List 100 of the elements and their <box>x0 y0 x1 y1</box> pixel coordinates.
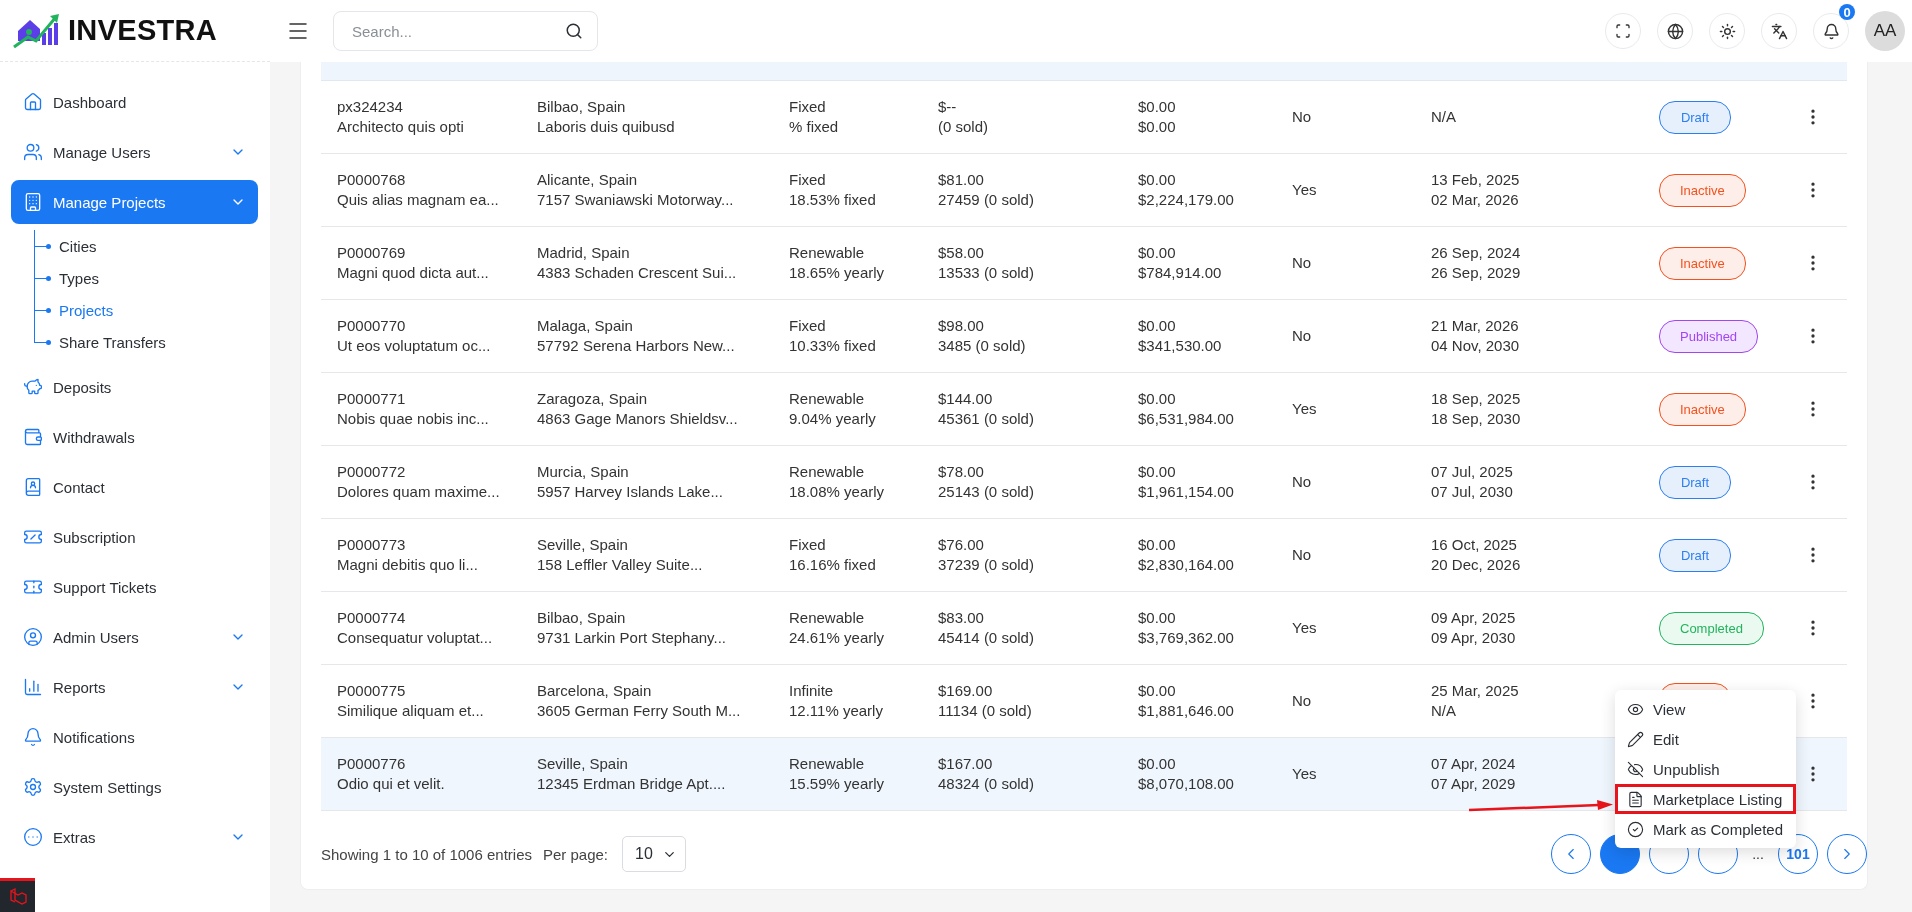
sun-icon <box>1718 22 1736 40</box>
amount-cell: $0.00 $3,769,362.00 <box>1138 608 1234 648</box>
price-cell: $-- (0 sold) <box>938 97 989 137</box>
sidebar-item[interactable]: Dashboard <box>11 80 258 124</box>
type-cell: Renewable 24.61% yearly <box>789 608 885 648</box>
wallet-icon <box>23 427 43 447</box>
project-cell: P0000776 Odio qui et velit. <box>337 754 445 794</box>
amount-cell: $0.00 $8,070,108.00 <box>1138 754 1234 794</box>
status-badge: Draft <box>1659 100 1731 134</box>
per-page-select[interactable]: 10 <box>622 836 687 872</box>
featured-cell: No <box>1292 545 1312 565</box>
type-cell: Renewable 18.08% yearly <box>789 462 885 502</box>
notification-count: 0 <box>1839 4 1855 20</box>
previous-page-button[interactable] <box>1551 834 1591 874</box>
theme-button[interactable] <box>1709 13 1745 49</box>
sidebar-item[interactable]: Notifications <box>11 715 258 759</box>
contact-book-icon <box>23 477 43 497</box>
amount-cell: $0.00 $1,961,154.00 <box>1138 462 1234 502</box>
entries-summary: Showing 1 to 10 of 1006 entries <box>321 845 532 863</box>
translate-button[interactable] <box>1761 13 1797 49</box>
fullscreen-icon <box>1615 23 1631 39</box>
search-field[interactable]: Search... <box>333 11 598 51</box>
date-cell: N/A <box>1431 107 1456 127</box>
building-icon <box>23 192 43 212</box>
amount-cell: $0.00 $2,224,179.00 <box>1138 170 1234 210</box>
date-cell: 26 Sep, 2024 26 Sep, 2029 <box>1431 243 1521 283</box>
status-badge: Draft <box>1659 465 1731 499</box>
date-cell: 21 Mar, 2026 04 Nov, 2030 <box>1431 316 1520 356</box>
laravel-icon[interactable] <box>0 878 35 912</box>
type-cell: Renewable 18.65% yearly <box>789 243 885 283</box>
price-cell: $76.00 37239 (0 sold) <box>938 535 1034 575</box>
sidebar-item[interactable]: Contact <box>11 465 258 509</box>
location-cell: Murcia, Spain 5957 Harvey Islands Lake... <box>537 462 723 502</box>
location-cell: Malaga, Spain 57792 Serena Harbors New... <box>537 316 735 356</box>
sidebar-item[interactable]: Withdrawals <box>11 415 258 459</box>
project-cell: P0000773 Magni debitis quo li... <box>337 535 478 575</box>
search-icon[interactable] <box>565 22 583 40</box>
sidebar-item[interactable]: Manage Projects <box>11 180 258 224</box>
amount-cell: $0.00 $1,881,646.00 <box>1138 681 1234 721</box>
per-page-label: Per page: <box>543 845 609 863</box>
amount-cell: $0.00 $0.00 <box>1138 97 1176 137</box>
language-button[interactable] <box>1657 13 1693 49</box>
status-badge: Completed <box>1659 611 1764 645</box>
sidebar-item[interactable]: Deposits <box>11 365 258 409</box>
user-avatar[interactable]: AA <box>1865 11 1905 51</box>
type-cell: Fixed % fixed <box>789 97 839 137</box>
featured-cell: No <box>1292 691 1312 711</box>
price-cell: $78.00 25143 (0 sold) <box>938 462 1034 502</box>
sidebar-item[interactable]: Extras <box>11 815 258 859</box>
project-cell: P0000770 Ut eos voluptatum oc... <box>337 316 491 356</box>
settings-icon <box>23 777 43 797</box>
house-icon <box>23 92 43 112</box>
check-circle-icon <box>1627 820 1644 838</box>
document-icon <box>1627 790 1644 808</box>
piggy-bank-icon <box>23 377 43 397</box>
user-circle-icon <box>23 627 43 647</box>
status-badge: Published <box>1659 319 1759 353</box>
menu-item[interactable]: Edit <box>1615 724 1796 754</box>
price-cell: $83.00 45414 (0 sold) <box>938 608 1034 648</box>
location-cell: Zaragoza, Spain 4863 Gage Manors Shieldsv... <box>537 389 738 429</box>
sidebar-item[interactable]: Admin Users <box>11 615 258 659</box>
date-cell: 07 Apr, 2024 07 Apr, 2029 <box>1431 754 1516 794</box>
bar-chart-icon <box>23 677 43 697</box>
sidebar-item[interactable]: Support Tickets <box>11 565 258 609</box>
submenu-item[interactable]: Types <box>59 269 100 287</box>
location-cell: Seville, Spain 158 Leffler Valley Suite... <box>537 535 703 575</box>
status-badge: Inactive <box>1659 246 1746 280</box>
fullscreen-button[interactable] <box>1605 13 1641 49</box>
menu-item[interactable]: View <box>1615 694 1796 724</box>
users-icon <box>23 142 43 162</box>
location-cell: Bilbao, Spain 9731 Larkin Port Stephany... <box>537 608 726 648</box>
project-cell: P0000769 Magni quod dicta aut... <box>337 243 489 283</box>
amount-cell: $0.00 $6,531,984.00 <box>1138 389 1234 429</box>
project-cell: P0000768 Quis alias magnam ea... <box>337 170 499 210</box>
type-cell: Fixed 16.16% fixed <box>789 535 876 575</box>
sidebar-item[interactable]: System Settings <box>11 765 258 809</box>
price-cell: $169.00 11134 (0 sold) <box>938 681 1032 721</box>
submenu-item[interactable]: Cities <box>59 237 97 255</box>
type-cell: Fixed 10.33% fixed <box>789 316 876 356</box>
status-badge: Inactive <box>1659 173 1746 207</box>
amount-cell: $0.00 $341,530.00 <box>1138 316 1222 356</box>
eye-off-icon <box>1627 760 1644 778</box>
bell-icon <box>1822 22 1840 40</box>
submenu-item[interactable]: Projects <box>59 301 114 319</box>
type-cell: Fixed 18.53% fixed <box>789 170 876 210</box>
sidebar-item[interactable]: Reports <box>11 665 258 709</box>
amount-cell: $0.00 $2,830,164.00 <box>1138 535 1234 575</box>
location-cell: Barcelona, Spain 3605 German Ferry South M... <box>537 681 741 721</box>
sidebar-item[interactable]: Manage Users <box>11 130 258 174</box>
amount-cell: $0.00 $784,914.00 <box>1138 243 1222 283</box>
next-page-button[interactable] <box>1827 834 1867 874</box>
sidebar-item[interactable]: Subscription <box>11 515 258 559</box>
submenu-item[interactable]: Share Transfers <box>59 333 166 351</box>
date-cell: 25 Mar, 2025 N/A <box>1431 681 1519 721</box>
featured-cell: No <box>1292 472 1312 492</box>
date-cell: 07 Jul, 2025 07 Jul, 2030 <box>1431 462 1513 502</box>
menu-item[interactable]: Unpublish <box>1615 754 1796 784</box>
location-cell: Alicante, Spain 7157 Swaniawski Motorway... <box>537 170 734 210</box>
featured-cell: Yes <box>1292 618 1317 638</box>
menu-item[interactable]: Marketplace Listing <box>1615 784 1796 814</box>
